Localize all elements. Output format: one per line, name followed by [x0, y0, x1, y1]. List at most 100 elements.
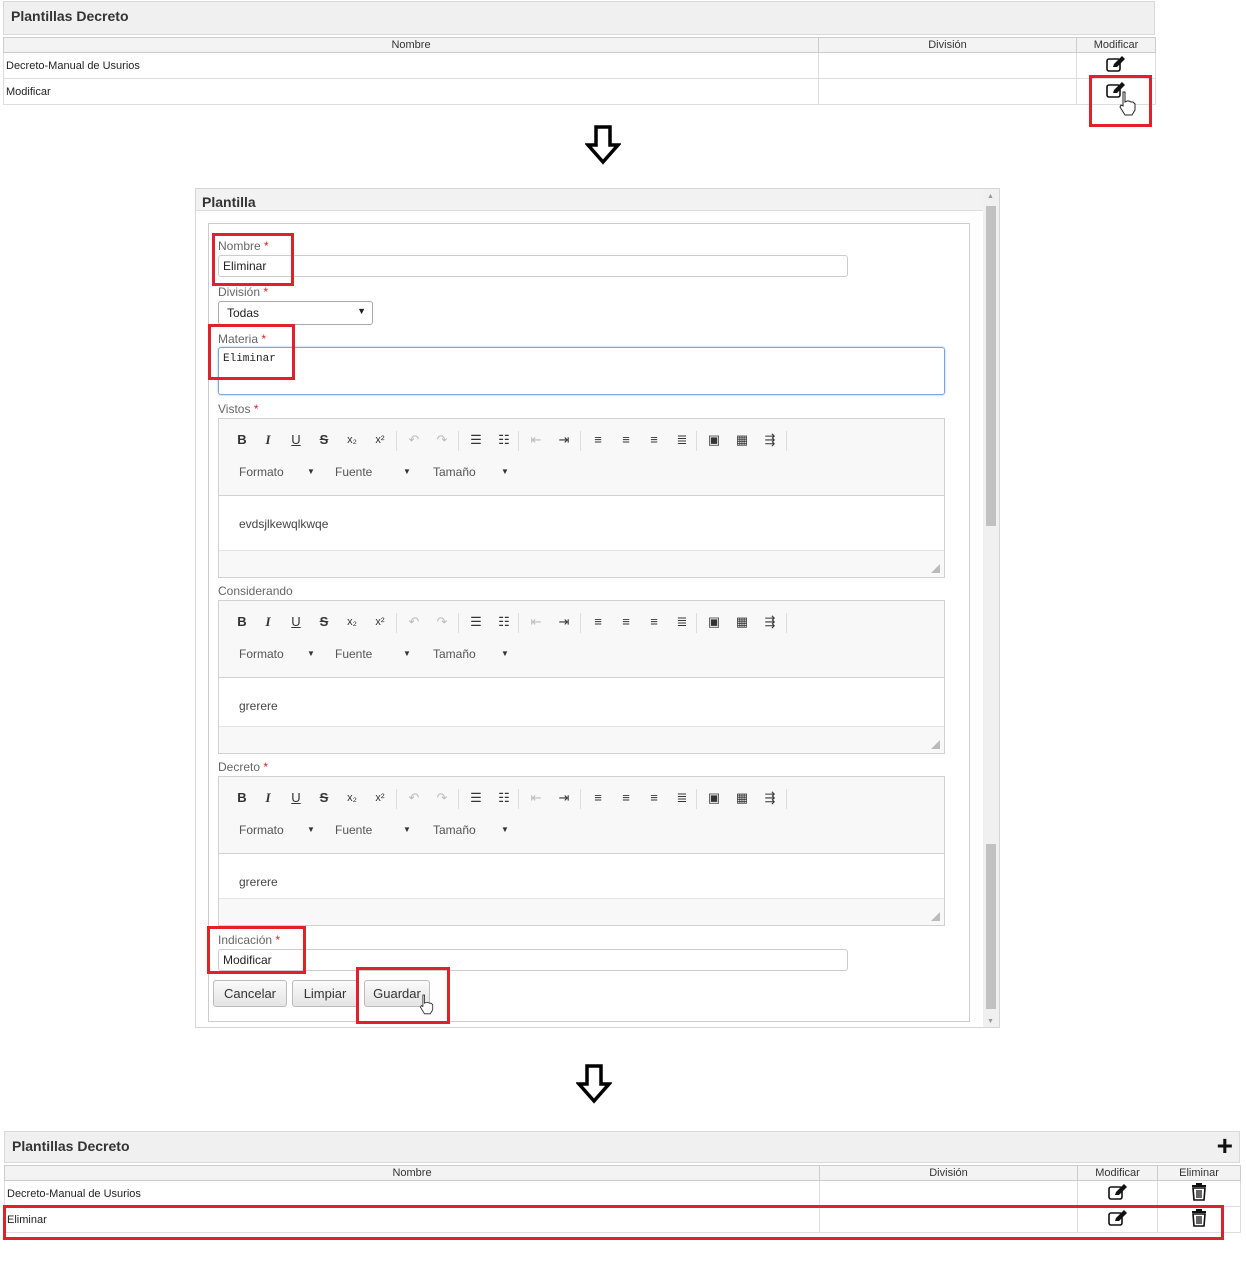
horizontal-line-icon[interactable]: ⇶ — [759, 613, 781, 631]
font-combo[interactable]: Fuente ▼ — [335, 823, 411, 837]
superscript-button[interactable]: x² — [369, 613, 391, 631]
editor-content[interactable]: grerere — [239, 875, 278, 889]
subscript-button[interactable]: x₂ — [341, 613, 363, 631]
editor-content[interactable]: grerere — [239, 699, 278, 713]
align-left-icon[interactable]: ≡ — [587, 613, 609, 631]
superscript-button[interactable]: x² — [369, 789, 391, 807]
strikethrough-button[interactable]: S — [313, 431, 335, 449]
underline-button[interactable]: U — [285, 789, 307, 807]
delete-button[interactable] — [1157, 1206, 1241, 1233]
bulleted-list-icon[interactable]: ☷ — [493, 789, 515, 807]
indent-icon[interactable]: ⇥ — [553, 613, 575, 631]
undo-icon[interactable]: ↶ — [403, 431, 425, 449]
editor-content[interactable]: evdsjlkewqlkwqe — [239, 517, 328, 531]
editor-resize[interactable] — [219, 550, 944, 577]
align-center-icon[interactable]: ≡ — [615, 431, 637, 449]
indicacion-input[interactable]: Modificar — [218, 949, 848, 971]
format-combo[interactable]: Formato ▼ — [239, 465, 315, 479]
justify-icon[interactable]: ≣ — [671, 613, 693, 631]
align-left-icon[interactable]: ≡ — [587, 789, 609, 807]
delete-button[interactable] — [1157, 1180, 1241, 1207]
align-center-icon[interactable]: ≡ — [615, 789, 637, 807]
clear-button[interactable]: Limpiar — [292, 980, 358, 1007]
align-left-icon[interactable]: ≡ — [587, 431, 609, 449]
considerando-editor[interactable]: B I U Sx₂ x² ↶ ↷ ☰ ☷ ⇤ ⇥ ≡ ≡ ≡ ≣ ▣ ▦ ⇶ Formato ▼ Fuente ▼ Tama… — [218, 600, 945, 754]
undo-icon[interactable]: ↶ — [403, 613, 425, 631]
undo-icon[interactable]: ↶ — [403, 789, 425, 807]
outdent-icon[interactable]: ⇤ — [525, 613, 547, 631]
bold-button[interactable]: B — [231, 789, 253, 807]
edit-button[interactable] — [1076, 78, 1156, 105]
numbered-list-icon[interactable]: ☰ — [465, 431, 487, 449]
justify-icon[interactable]: ≣ — [671, 789, 693, 807]
align-right-icon[interactable]: ≡ — [643, 431, 665, 449]
redo-icon[interactable]: ↷ — [431, 613, 453, 631]
justify-icon[interactable]: ≣ — [671, 431, 693, 449]
chevron-down-icon: ▼ — [307, 649, 315, 658]
underline-button[interactable]: U — [285, 431, 307, 449]
scrollbar-thumb[interactable] — [986, 206, 996, 526]
nombre-input[interactable]: Eliminar — [218, 255, 848, 277]
table-icon[interactable]: ▦ — [731, 613, 753, 631]
dialog-scrollbar[interactable]: ▲ ▼ — [983, 189, 999, 1027]
numbered-list-icon[interactable]: ☰ — [465, 613, 487, 631]
align-right-icon[interactable]: ≡ — [643, 613, 665, 631]
plus-icon[interactable]: + — [1217, 1130, 1233, 1162]
align-center-icon[interactable]: ≡ — [615, 613, 637, 631]
image-icon[interactable]: ▣ — [703, 431, 725, 449]
edit-button[interactable] — [1077, 1180, 1158, 1207]
image-icon[interactable]: ▣ — [703, 789, 725, 807]
font-combo[interactable]: Fuente ▼ — [335, 647, 411, 661]
size-combo[interactable]: Tamaño ▼ — [433, 647, 509, 661]
indent-icon[interactable]: ⇥ — [553, 431, 575, 449]
size-combo[interactable]: Tamaño ▼ — [433, 465, 509, 479]
redo-icon[interactable]: ↷ — [431, 789, 453, 807]
edit-button[interactable] — [1077, 1206, 1158, 1233]
bulleted-list-icon[interactable]: ☷ — [493, 431, 515, 449]
column-header-nombre: Nombre — [3, 37, 819, 53]
bulleted-list-icon[interactable]: ☷ — [493, 613, 515, 631]
vistos-editor[interactable]: B I U Sx₂ x² ↶ ↷ ☰ ☷ ⇤ ⇥ ≡ ≡ ≡ ≣ ▣ ▦ ⇶ Formato ▼ Fuente ▼ Tama… — [218, 418, 945, 578]
bold-button[interactable]: B — [231, 613, 253, 631]
horizontal-line-icon[interactable]: ⇶ — [759, 789, 781, 807]
italic-button[interactable]: I — [257, 789, 279, 807]
format-combo[interactable]: Formato ▼ — [239, 823, 315, 837]
chevron-down-icon: ▼ — [403, 467, 411, 476]
scrollbar-thumb-lower[interactable] — [986, 844, 996, 1009]
decreto-editor[interactable]: B I U Sx₂ x² ↶ ↷ ☰ ☷ ⇤ ⇥ ≡ ≡ ≡ ≣ ▣ ▦ ⇶ Formato ▼ Fuente ▼ Tama… — [218, 776, 945, 926]
outdent-icon[interactable]: ⇤ — [525, 431, 547, 449]
materia-textarea[interactable]: Eliminar — [218, 347, 945, 395]
column-header-division: División — [819, 1165, 1078, 1181]
italic-button[interactable]: I — [257, 431, 279, 449]
cancel-button[interactable]: Cancelar — [213, 980, 287, 1007]
table-icon[interactable]: ▦ — [731, 431, 753, 449]
division-select[interactable]: Todas ▼ — [218, 301, 373, 325]
horizontal-line-icon[interactable]: ⇶ — [759, 431, 781, 449]
strikethrough-button[interactable]: S — [313, 789, 335, 807]
bold-button[interactable]: B — [231, 431, 253, 449]
image-icon[interactable]: ▣ — [703, 613, 725, 631]
superscript-button[interactable]: x² — [369, 431, 391, 449]
subscript-button[interactable]: x₂ — [341, 789, 363, 807]
size-combo[interactable]: Tamaño ▼ — [433, 823, 509, 837]
strikethrough-button[interactable]: S — [313, 613, 335, 631]
font-combo[interactable]: Fuente ▼ — [335, 465, 411, 479]
format-combo[interactable]: Formato ▼ — [239, 647, 315, 661]
editor-resize[interactable] — [219, 726, 944, 753]
table-icon[interactable]: ▦ — [731, 789, 753, 807]
considerando-label: Considerando — [218, 584, 293, 598]
outdent-icon[interactable]: ⇤ — [525, 789, 547, 807]
redo-icon[interactable]: ↷ — [431, 431, 453, 449]
bottom-panel-title: Plantillas Decreto — [12, 1138, 130, 1154]
toolbar-separator — [458, 431, 459, 451]
indent-icon[interactable]: ⇥ — [553, 789, 575, 807]
editor-resize[interactable] — [219, 898, 944, 925]
font-combo-label: Fuente — [335, 465, 373, 479]
numbered-list-icon[interactable]: ☰ — [465, 789, 487, 807]
italic-button[interactable]: I — [257, 613, 279, 631]
underline-button[interactable]: U — [285, 613, 307, 631]
edit-button[interactable] — [1076, 52, 1156, 79]
editor-toolbar: B I U Sx₂ x² ↶ ↷ ☰ ☷ ⇤ ⇥ ≡ ≡ ≡ ≣ ▣ ▦ ⇶ Formato ▼ Fuente ▼ Tama… — [219, 601, 944, 678]
subscript-button[interactable]: x₂ — [341, 431, 363, 449]
align-right-icon[interactable]: ≡ — [643, 789, 665, 807]
